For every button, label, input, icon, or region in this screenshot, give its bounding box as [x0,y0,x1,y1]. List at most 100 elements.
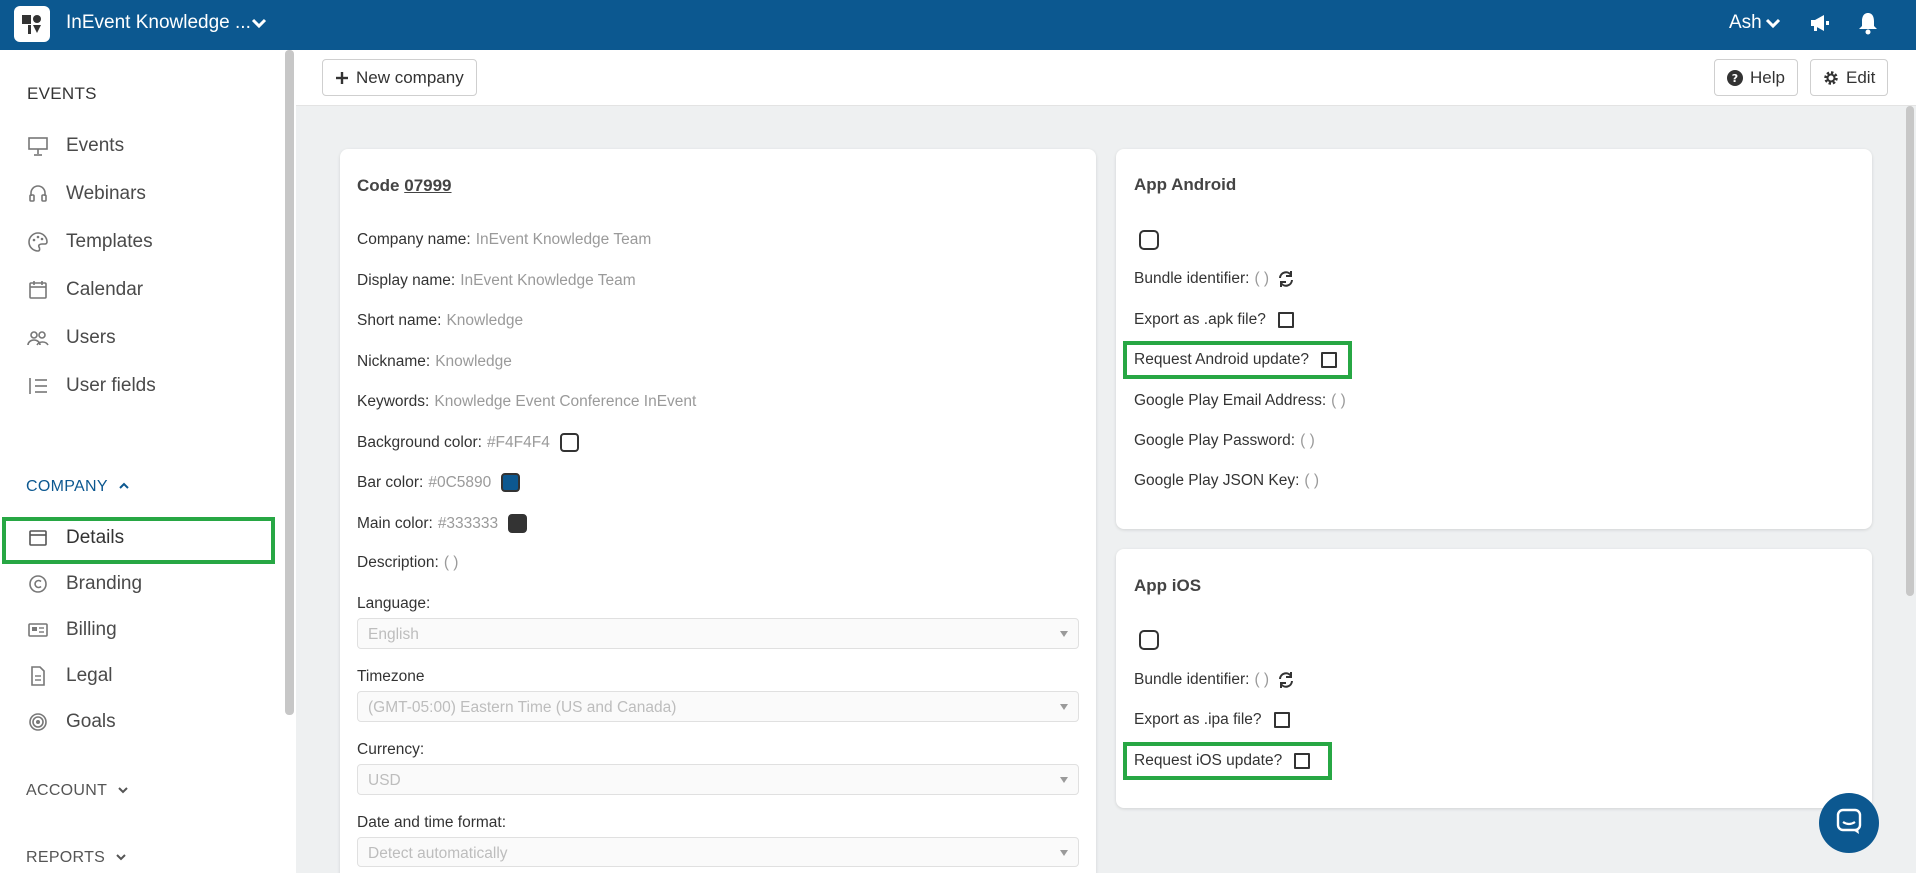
ios-enable-checkbox[interactable] [1139,630,1159,650]
field-value: InEvent Knowledge Team [460,272,636,289]
section-company[interactable]: COMPANY [26,478,130,496]
bell-icon[interactable] [1857,11,1879,40]
android-bundle-field: Bundle identifier: ( ) [1134,270,1295,288]
chevron-down-icon [115,849,127,867]
users-icon [26,326,50,350]
field-value: ( ) [1300,432,1315,449]
sidebar-item-label: Legal [66,665,113,686]
chevron-down-icon[interactable] [1764,14,1782,39]
field-value: ( ) [1254,671,1270,688]
android-enable-checkbox[interactable] [1139,230,1159,250]
field-label: Nickname: [357,353,431,370]
datetime-format-select[interactable]: Detect automatically [357,837,1079,867]
question-circle-icon: ? [1727,69,1743,86]
chat-button[interactable] [1819,793,1879,853]
field-value: ( ) [443,554,459,571]
chevron-down-icon[interactable] [250,12,268,39]
field-value: ( ) [1304,472,1320,489]
sidebar-item-users[interactable]: Users [26,324,116,352]
field-value: InEvent Knowledge Team [475,231,652,248]
sidebar-item-goals[interactable]: Goals [26,708,116,736]
select-value: Detect automatically [368,845,508,862]
field-value: Knowledge [435,353,512,370]
background-color-field: Background color: #F4F4F4 [357,433,579,452]
keywords-field: Keywords: Knowledge Event Conference InE… [357,393,696,411]
app-logo-icon[interactable] [14,6,50,42]
sidebar-item-webinars[interactable]: Webinars [26,180,146,208]
currency-label: Currency: [357,741,425,758]
field-label: Main color: [357,514,433,532]
inevent-logo [22,15,41,34]
sidebar-item-branding[interactable]: Branding [26,570,142,598]
ios-card-title: App iOS [1134,576,1202,595]
short-name-field: Short name: Knowledge [357,312,523,330]
export-ipa-field: Export as .ipa file? [1134,711,1290,729]
sidebar: EVENTS Events Webinars Templates Calenda… [0,50,296,873]
field-label: Google Play Password: [1134,432,1296,449]
sidebar-item-calendar[interactable]: Calendar [26,276,143,304]
field-value: #F4F4F4 [486,433,550,451]
field-label: Bundle identifier: [1134,671,1250,688]
edit-label: Edit [1846,67,1876,87]
field-label: Description: [357,554,439,571]
headset-icon [26,182,50,206]
svg-text:?: ? [1732,72,1738,85]
datetime-format-label: Date and time format: [357,814,507,831]
refresh-icon[interactable] [1277,671,1295,689]
section-company-label: COMPANY [26,478,108,495]
sidebar-scrollbar[interactable] [285,50,294,715]
gp-email-field: Google Play Email Address: ( ) [1134,392,1346,410]
color-swatch[interactable] [501,473,521,492]
details-highlight [2,517,275,564]
field-label: Background color: [357,433,482,451]
section-reports[interactable]: REPORTS [26,849,127,867]
field-label: Google Play JSON Key: [1134,472,1300,489]
language-select[interactable]: English [357,618,1079,649]
sidebar-item-label: Branding [66,573,143,594]
ios-bundle-field: Bundle identifier: ( ) [1134,671,1295,689]
sidebar-item-label: Goals [66,711,116,732]
sidebar-item-events[interactable]: Events [26,132,124,160]
sidebar-item-label: Templates [66,231,153,252]
megaphone-icon[interactable] [1808,11,1832,40]
caret-down-icon [1060,704,1068,710]
field-label: Keywords: [357,393,430,410]
sidebar-item-user-fields[interactable]: User fields [26,372,156,400]
section-account[interactable]: ACCOUNT [26,782,129,800]
timezone-select[interactable]: (GMT-05:00) Eastern Time (US and Canada) [357,691,1079,722]
field-label: Company name: [357,231,471,248]
sidebar-item-label: Users [66,327,116,348]
user-name[interactable]: Ash [1729,12,1762,34]
refresh-icon[interactable] [1277,270,1295,288]
code-value[interactable]: 07999 [404,176,451,195]
field-value: #0C5890 [428,473,492,491]
calendar-icon [26,278,50,302]
app-title[interactable]: InEvent Knowledge ... [66,12,251,34]
sidebar-item-billing[interactable]: Billing [26,616,117,644]
field-label: Export as .ipa file? [1134,711,1262,728]
field-label: Bar color: [357,473,424,491]
section-account-label: ACCOUNT [26,782,108,799]
new-company-button[interactable]: New company [322,59,477,96]
bar-color-field: Bar color: #0C5890 [357,473,521,492]
main-scrollbar[interactable] [1906,106,1914,596]
color-swatch[interactable] [559,433,579,452]
export-apk-checkbox[interactable] [1277,312,1294,328]
export-ipa-checkbox[interactable] [1273,712,1290,728]
edit-button[interactable]: Edit [1810,59,1889,96]
section-reports-label: REPORTS [26,849,106,866]
new-company-label: New company [356,67,464,87]
document-icon [26,664,50,688]
sidebar-item-templates[interactable]: Templates [26,228,153,256]
android-card-title: App Android [1134,175,1237,194]
description-field: Description: ( ) [357,554,458,572]
sidebar-item-legal[interactable]: Legal [26,662,113,690]
help-button[interactable]: ? Help [1714,59,1798,96]
currency-select[interactable]: USD [357,764,1079,795]
caret-down-icon [1060,777,1068,783]
color-swatch[interactable] [508,514,528,533]
code-label: Code [357,176,400,195]
field-label: Export as .apk file? [1134,311,1266,328]
company-name-field: Company name: InEvent Knowledge Team [357,231,651,249]
field-label: Display name: [357,272,456,289]
